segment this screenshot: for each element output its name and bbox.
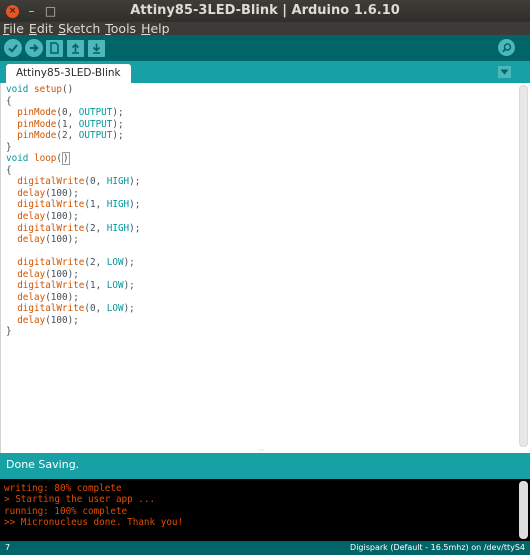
menu-edit[interactable]: Edit: [29, 22, 53, 35]
code-line[interactable]: pinMode(2, OUTPUT);: [6, 130, 140, 142]
code-line[interactable]: digitalWrite(0, HIGH);: [6, 176, 140, 188]
board-info: Digispark (Default - 16.5mhz) on /dev/tt…: [350, 543, 525, 552]
upload-button[interactable]: [25, 39, 43, 57]
code-text[interactable]: void setup(){ pinMode(0, OUTPUT); pinMod…: [6, 84, 140, 338]
console-panel[interactable]: writing: 80% complete > Starting the user…: [0, 477, 530, 541]
open-button[interactable]: [67, 39, 84, 57]
code-line[interactable]: delay(100);: [6, 269, 140, 281]
console-line: >> Micronucleus done. Thank you!: [4, 517, 184, 529]
new-icon: [50, 42, 59, 54]
new-button[interactable]: [46, 39, 63, 57]
code-line[interactable]: digitalWrite(2, HIGH);: [6, 223, 140, 235]
save-icon: [92, 43, 101, 54]
verify-icon: [8, 44, 18, 53]
code-line[interactable]: }: [6, 326, 140, 338]
tab-sketch[interactable]: Attiny85-3LED-Blink: [6, 64, 131, 83]
code-line[interactable]: digitalWrite(0, LOW);: [6, 303, 140, 315]
code-line[interactable]: void loop(): [6, 152, 140, 166]
console-line: writing: 80% complete: [4, 483, 122, 494]
code-line[interactable]: digitalWrite(2, LOW);: [6, 257, 140, 269]
code-line[interactable]: digitalWrite(1, HIGH);: [6, 199, 140, 211]
line-number: 7: [5, 543, 11, 552]
code-line[interactable]: delay(100);: [6, 315, 140, 327]
menu-file[interactable]: File: [3, 22, 24, 35]
close-icon[interactable]: ×: [6, 4, 19, 18]
console-line: > Starting the user app ...: [4, 494, 156, 506]
minimize-icon[interactable]: –: [25, 4, 38, 18]
chevron-down-icon: [500, 69, 509, 75]
console-scrollbar[interactable]: [519, 481, 528, 539]
toolbar: [0, 35, 530, 61]
code-line[interactable]: void setup(): [6, 84, 140, 96]
code-line[interactable]: delay(100);: [6, 188, 140, 200]
editor-scrollbar[interactable]: [519, 85, 528, 447]
window-title: Attiny85-3LED-Blink | Arduino 1.6.10: [130, 3, 400, 18]
menu-sketch[interactable]: Sketch: [58, 22, 100, 35]
tab-menu-button[interactable]: [498, 66, 511, 78]
upload-icon: [30, 44, 39, 52]
code-line[interactable]: delay(100);: [6, 211, 140, 223]
code-line[interactable]: {: [6, 96, 140, 108]
console-output: writing: 80% complete > Starting the user…: [4, 483, 183, 529]
code-line[interactable]: {: [6, 165, 140, 177]
serial-monitor-button[interactable]: [498, 39, 515, 56]
code-line[interactable]: ​: [6, 246, 140, 258]
open-icon: [71, 43, 80, 54]
magnifier-icon: [501, 42, 511, 52]
code-line[interactable]: delay(100);: [6, 234, 140, 246]
title-bar: × – □ Attiny85-3LED-Blink | Arduino 1.6.…: [0, 0, 530, 22]
code-line[interactable]: delay(100);: [6, 292, 140, 304]
status-message: Done Saving.: [0, 453, 530, 477]
footer-bar: 7 Digispark (Default - 16.5mhz) on /dev/…: [0, 541, 530, 555]
menu-help[interactable]: Help: [141, 22, 170, 35]
tab-strip: Attiny85-3LED-Blink: [0, 61, 530, 83]
code-line[interactable]: pinMode(1, OUTPUT);: [6, 119, 140, 131]
menu-bar: File Edit Sketch Tools Help: [0, 22, 530, 35]
code-line[interactable]: digitalWrite(1, LOW);: [6, 280, 140, 292]
maximize-icon[interactable]: □: [44, 4, 57, 18]
menu-tools[interactable]: Tools: [105, 22, 136, 35]
code-editor[interactable]: void setup(){ pinMode(0, OUTPUT); pinMod…: [0, 83, 530, 453]
save-button[interactable]: [88, 39, 105, 57]
verify-button[interactable]: [4, 39, 22, 57]
code-line[interactable]: pinMode(0, OUTPUT);: [6, 107, 140, 119]
console-line: running: 100% complete: [4, 505, 128, 517]
code-line[interactable]: }: [6, 142, 140, 154]
